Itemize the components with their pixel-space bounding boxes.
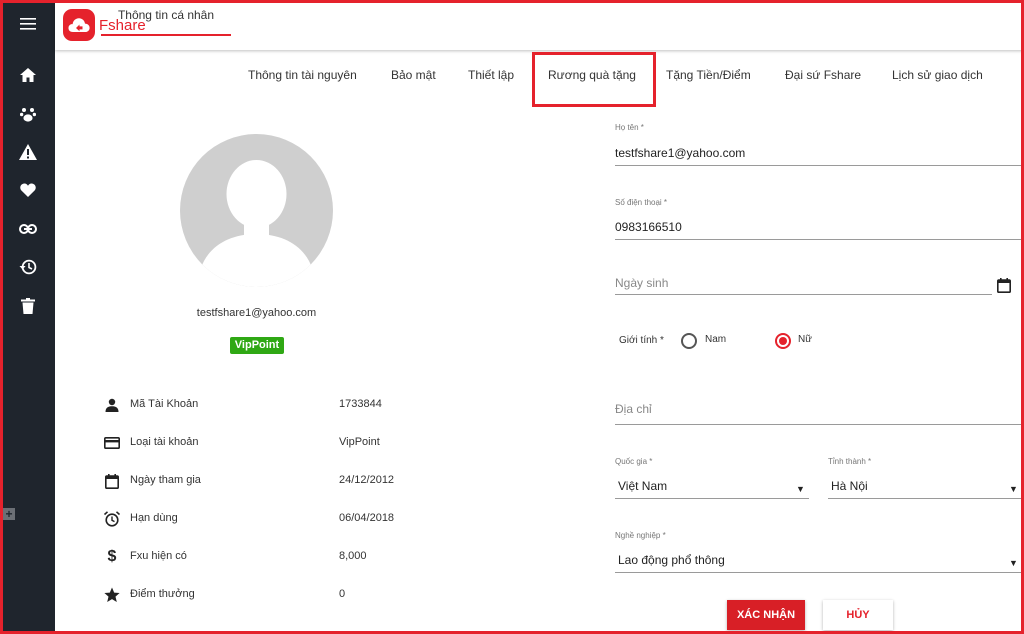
sidebar: + <box>0 0 55 634</box>
country-label: Quốc gia * <box>615 457 653 466</box>
tab-transfer-points[interactable]: Tặng Tiền/Điểm <box>666 60 751 94</box>
heart-icon[interactable] <box>17 179 39 201</box>
info-value: 06/04/2018 <box>339 512 395 524</box>
gender-option-label: Nam <box>705 334 727 345</box>
name-underline <box>615 165 1021 166</box>
person-icon <box>104 397 120 413</box>
gender-label: Giới tính * <box>619 335 664 346</box>
address-input[interactable]: Địa chỉ <box>615 402 652 416</box>
tab-settings[interactable]: Thiết lập <box>468 60 514 94</box>
confirm-button[interactable]: XÁC NHẬN <box>727 600 805 630</box>
home-icon[interactable] <box>17 64 39 86</box>
tab-ambassador[interactable]: Đại sứ Fshare <box>785 60 861 94</box>
info-value: 0 <box>339 588 346 600</box>
calendar-picker-icon[interactable] <box>997 278 1011 293</box>
highlight-box <box>532 52 656 107</box>
phone-input[interactable]: 0983166510 <box>615 220 682 234</box>
job-dropdown-icon[interactable]: ▼ <box>1009 558 1018 568</box>
job-select[interactable]: Lao động phổ thông <box>618 553 725 567</box>
profile-email: testfshare1@yahoo.com <box>196 307 317 319</box>
account-type-badge: VipPoint <box>230 337 284 354</box>
name-label: Họ tên * <box>615 123 644 132</box>
birthday-input[interactable]: Ngày sinh <box>615 276 668 290</box>
info-label: Điểm thưởng <box>130 588 195 600</box>
birthday-underline <box>615 294 992 295</box>
country-select[interactable]: Việt Nam <box>618 479 667 493</box>
card-icon <box>104 435 120 451</box>
trash-icon[interactable] <box>17 295 39 317</box>
tab-security[interactable]: Bảo mật <box>391 60 436 94</box>
dollar-icon: $ <box>107 548 117 565</box>
city-select[interactable]: Hà Nội <box>831 479 868 493</box>
star-icon <box>104 587 120 603</box>
info-label: Fxu hiện có <box>130 550 187 562</box>
gender-radio-female[interactable] <box>775 333 791 349</box>
calendar-icon <box>104 473 120 489</box>
info-value: 1733844 <box>339 398 382 410</box>
paw-icon[interactable] <box>17 103 39 125</box>
alarm-icon <box>104 511 120 527</box>
country-underline <box>615 498 809 499</box>
country-dropdown-icon[interactable]: ▼ <box>796 484 805 494</box>
gender-radio-male[interactable] <box>681 333 697 349</box>
city-label: Tỉnh thành * <box>828 457 872 466</box>
info-label: Mã Tài Khoản <box>130 398 199 410</box>
tab-resource-info[interactable]: Thông tin tài nguyên <box>248 60 357 94</box>
link-icon[interactable] <box>17 218 39 240</box>
info-value: 24/12/2012 <box>339 474 395 486</box>
phone-label: Số điện thoại * <box>615 198 668 207</box>
expand-button[interactable]: + <box>3 508 15 520</box>
info-label: Loại tài khoản <box>130 436 199 448</box>
warning-icon[interactable] <box>17 141 39 163</box>
city-underline <box>828 498 1021 499</box>
info-value: VipPoint <box>339 436 380 448</box>
avatar[interactable] <box>180 134 333 287</box>
fshare-logo-icon[interactable] <box>63 9 95 41</box>
address-underline <box>615 424 1021 425</box>
menu-icon[interactable] <box>17 13 39 35</box>
info-label: Ngày tham gia <box>130 474 201 486</box>
phone-underline <box>615 239 1021 240</box>
tab-transaction-history[interactable]: Lịch sử giao dịch <box>892 60 983 94</box>
history-icon[interactable] <box>17 256 39 278</box>
city-dropdown-icon[interactable]: ▼ <box>1009 484 1018 494</box>
info-label: Hạn dùng <box>130 512 178 524</box>
job-label: Nghề nghiệp * <box>615 531 666 540</box>
name-input[interactable]: testfshare1@yahoo.com <box>615 146 745 160</box>
tab-personal-info[interactable]: Thông tin cá nhân <box>101 0 231 36</box>
cancel-button[interactable]: HỦY <box>823 600 893 630</box>
info-value: 8,000 <box>339 550 367 562</box>
job-underline <box>615 572 1021 573</box>
gender-option-label: Nữ <box>798 334 812 345</box>
